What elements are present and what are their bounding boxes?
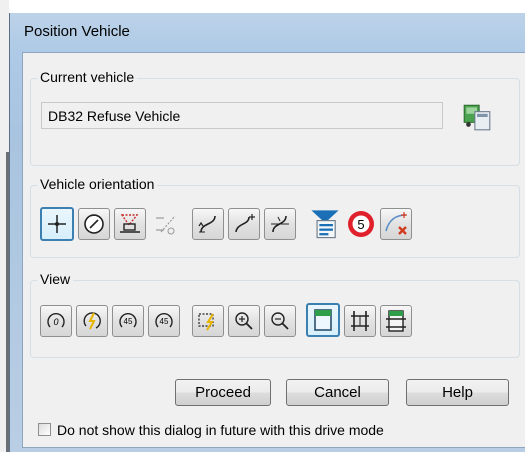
align-vehicle-icon xyxy=(120,214,140,233)
vehicle-library-button[interactable] xyxy=(459,99,495,135)
position-crosshair-button[interactable] xyxy=(40,207,74,241)
curve-right-icon xyxy=(235,214,255,233)
vehicle-view-icon xyxy=(314,309,332,331)
vehicle-orientation-group: Vehicle orientation 5 xyxy=(30,176,520,258)
zoom-extents-icon xyxy=(198,313,214,331)
dialog-body: Current vehicle DB32 Refuse Vehicle Vehi… xyxy=(22,52,525,448)
speed-limit-button[interactable]: 5 xyxy=(344,207,378,241)
reset-rotation-icon: 0 xyxy=(47,313,65,328)
rotate-dial-button[interactable] xyxy=(78,208,110,240)
view-group-label: View xyxy=(37,271,74,287)
vehicle-properties-icon xyxy=(311,210,339,239)
curve-left-button[interactable] xyxy=(192,208,224,240)
reset-rotation-button[interactable]: 0 xyxy=(40,305,72,337)
align-vehicle-button[interactable] xyxy=(114,208,146,240)
zoom-in-button[interactable] xyxy=(228,305,260,337)
zoom-out-button[interactable] xyxy=(264,305,296,337)
zoom-out-icon xyxy=(271,312,289,330)
dialog-title: Position Vehicle xyxy=(24,23,130,40)
zoom-in-icon xyxy=(235,312,253,330)
rotate-45-left-text: 45 xyxy=(124,317,133,326)
rotate-quick-button[interactable] xyxy=(76,305,108,337)
crosshair-position-icon xyxy=(48,215,66,233)
current-vehicle-group-label: Current vehicle xyxy=(37,69,138,85)
reset-rotation-text: 0 xyxy=(53,317,58,327)
rotate-45-left-icon: 45 xyxy=(119,313,137,328)
view-group: View 0 45 45 xyxy=(30,271,520,358)
zoom-extents-button[interactable] xyxy=(192,305,224,337)
rotate-45-right-icon: 45 xyxy=(155,313,173,328)
curve-split-button[interactable] xyxy=(264,208,296,240)
help-button[interactable]: Help xyxy=(406,379,509,406)
snap-path-button xyxy=(150,208,182,240)
current-vehicle-field: DB32 Refuse Vehicle xyxy=(41,102,443,129)
delete-path-button[interactable] xyxy=(380,208,412,240)
axle-view-icon xyxy=(351,311,369,331)
vehicle-library-icon xyxy=(463,104,491,131)
dont-show-again-label[interactable]: Do not show this dialog in future with t… xyxy=(57,422,384,438)
position-vehicle-dialog: Position Vehicle Current vehicle DB32 Re… xyxy=(9,13,525,452)
title-bar[interactable]: Position Vehicle xyxy=(10,13,525,47)
curve-left-icon xyxy=(198,215,216,233)
proceed-button[interactable]: Proceed xyxy=(175,379,271,406)
chassis-view-icon xyxy=(386,310,406,332)
rotate-45-right-button[interactable]: 45 xyxy=(148,305,180,337)
chassis-view-button[interactable] xyxy=(380,305,412,337)
speed-limit-text: 5 xyxy=(357,217,364,232)
speed-limit-icon: 5 xyxy=(348,211,374,237)
delete-path-icon xyxy=(385,212,407,235)
rotate-quick-icon xyxy=(83,312,101,330)
curve-right-button[interactable] xyxy=(228,208,260,240)
curve-split-icon xyxy=(271,215,289,233)
dont-show-again-checkbox[interactable] xyxy=(38,423,51,436)
rotate-dial-icon xyxy=(84,214,104,234)
vehicle-orientation-group-label: Vehicle orientation xyxy=(37,176,158,192)
vehicle-view-button[interactable] xyxy=(306,303,340,337)
cancel-button[interactable]: Cancel xyxy=(286,379,389,406)
axle-view-button[interactable] xyxy=(344,305,376,337)
rotate-45-left-button[interactable]: 45 xyxy=(112,305,144,337)
vehicle-properties-button[interactable] xyxy=(306,205,344,243)
rotate-45-right-text: 45 xyxy=(160,317,169,326)
current-vehicle-group: Current vehicle DB32 Refuse Vehicle xyxy=(30,69,520,166)
snap-path-icon xyxy=(156,215,176,235)
